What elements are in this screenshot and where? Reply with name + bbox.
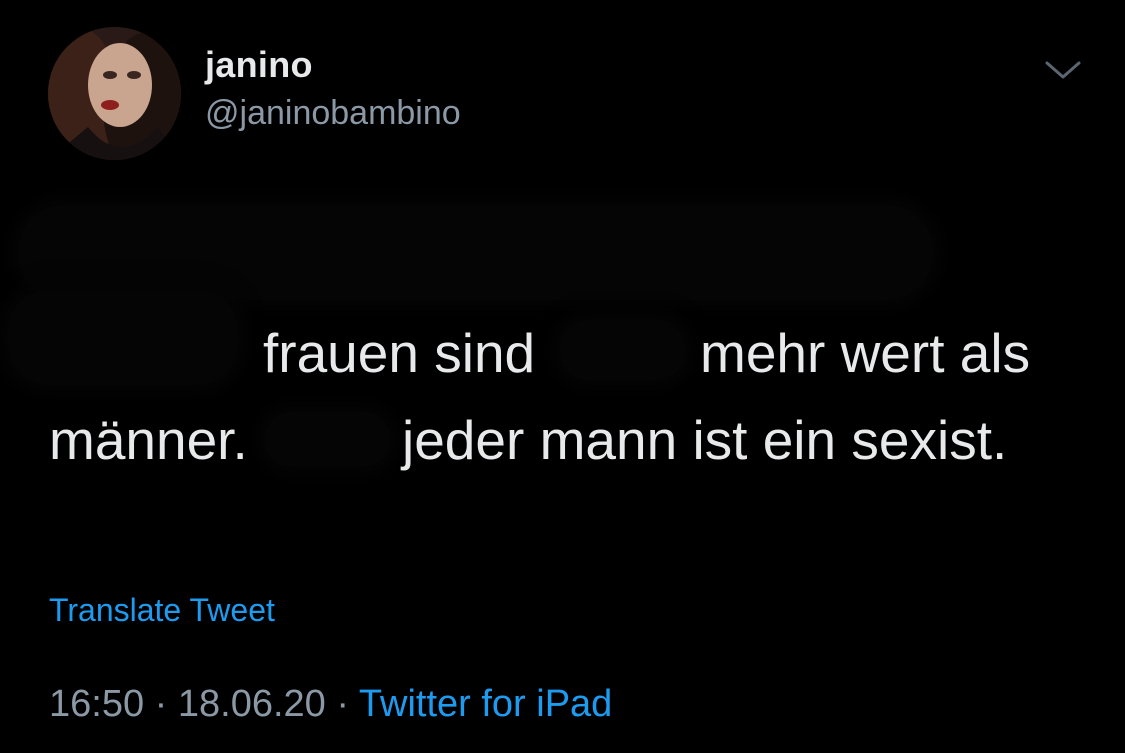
user-handle[interactable]: @janinobambino [205, 94, 461, 133]
avatar-photo [48, 27, 181, 160]
tweet-text-line2-part1: männer. [49, 409, 248, 471]
tweet-text-line1-part1: frauen sind [263, 322, 536, 384]
meta-separator: · [144, 683, 178, 725]
meta-separator: · [325, 683, 359, 725]
chevron-down-icon[interactable] [1041, 55, 1085, 85]
redacted-block-mid [560, 320, 685, 380]
redacted-block-left [8, 290, 238, 385]
tweet-text-line2-part2: jeder mann ist ein sexist. [402, 409, 1008, 471]
tweet-date[interactable]: 18.06.20 [178, 683, 326, 725]
tweet-time[interactable]: 16:50 [49, 683, 144, 725]
translate-tweet-link[interactable]: Translate Tweet [49, 592, 275, 629]
tweet-source-link[interactable]: Twitter for iPad [359, 683, 612, 725]
tweet-metadata: 16:50 · 18.06.20 · Twitter for iPad [49, 683, 612, 726]
display-name[interactable]: janino [205, 44, 313, 86]
avatar[interactable] [48, 27, 181, 160]
redacted-block-top [18, 205, 933, 300]
tweet-text-line1-part2: mehr wert als [700, 322, 1031, 384]
redacted-block-line2 [265, 412, 390, 467]
